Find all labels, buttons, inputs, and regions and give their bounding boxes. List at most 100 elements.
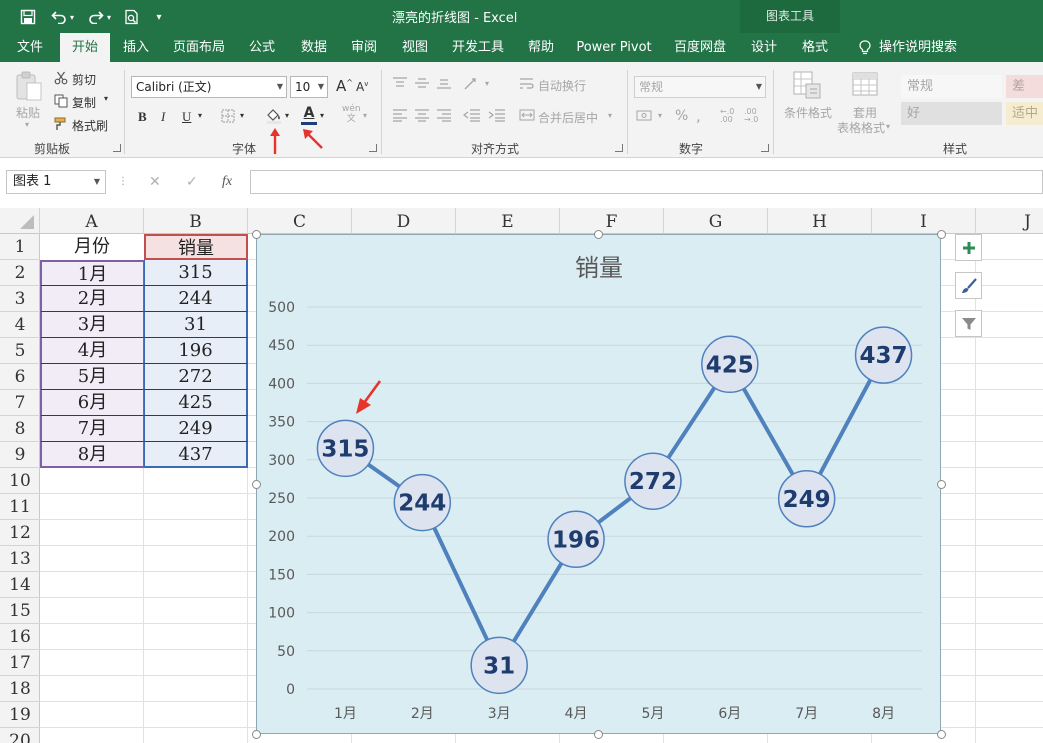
row-header-17[interactable]: 17 [0, 650, 40, 676]
clipboard-launcher-icon[interactable] [113, 144, 121, 152]
tab-home[interactable]: 开始 [60, 33, 110, 62]
chart-object[interactable]: 销量 0 50 100 150 200 250 300 350 400 450 500 1月 2月 3月 4月… [256, 234, 941, 734]
name-box[interactable]: 图表 1 ▼ [6, 170, 106, 194]
tab-file[interactable]: 文件 [10, 33, 50, 62]
fill-color-dropdown-icon[interactable]: ▾ [285, 111, 289, 120]
font-color-dropdown-icon[interactable]: ▾ [320, 111, 324, 120]
cell-sales[interactable]: 244 [144, 286, 248, 312]
header-cell-month[interactable]: 月份 [40, 234, 144, 260]
alignment-launcher-icon[interactable] [615, 144, 623, 152]
column-header-d[interactable]: D [352, 208, 456, 234]
phonetic-guide-button[interactable]: wén 文 [342, 104, 361, 124]
increase-indent-icon[interactable] [488, 108, 506, 122]
tab-page-layout[interactable]: 页面布局 [170, 33, 228, 62]
row-header-6[interactable]: 6 [0, 364, 40, 390]
paste-dropdown-icon[interactable]: ▾ [25, 120, 29, 129]
header-cell-sales[interactable]: 销量 [144, 234, 248, 260]
row-header-3[interactable]: 3 [0, 286, 40, 312]
paste-icon[interactable] [14, 70, 46, 104]
cell-month[interactable]: 5月 [40, 364, 144, 390]
orientation-dropdown-icon[interactable]: ▾ [485, 79, 489, 88]
row-header-2[interactable]: 2 [0, 260, 40, 286]
shrink-font-icon[interactable]: Av [356, 80, 368, 94]
align-middle-icon[interactable] [414, 76, 430, 90]
customize-qat-icon[interactable]: ▾ [148, 6, 170, 28]
font-launcher-icon[interactable] [369, 144, 377, 152]
resize-handle[interactable] [936, 729, 946, 739]
tab-developer[interactable]: 开发工具 [449, 33, 507, 62]
increase-decimal-icon[interactable]: ←.0.00 [720, 108, 734, 124]
resize-handle[interactable] [936, 479, 946, 489]
column-header-g[interactable]: G [664, 208, 768, 234]
underline-dropdown-icon[interactable]: ▾ [198, 111, 202, 120]
format-as-table-bottom[interactable]: 表格格式 [837, 119, 885, 136]
wrap-text-icon[interactable] [519, 76, 535, 92]
row-header-19[interactable]: 19 [0, 702, 40, 728]
align-top-icon[interactable] [392, 76, 408, 90]
cell-sales[interactable]: 31 [144, 312, 248, 338]
column-header-i[interactable]: I [872, 208, 976, 234]
style-bad[interactable]: 差 [1006, 75, 1043, 98]
decrease-indent-icon[interactable] [463, 108, 481, 122]
redo-dropdown-icon[interactable]: ▾ [104, 6, 114, 28]
merge-center-button[interactable]: 合并后居中 [538, 109, 598, 126]
number-format-combo[interactable]: 常规 ▼ [634, 76, 766, 98]
tab-data[interactable]: 数据 [295, 33, 333, 62]
border-dropdown-icon[interactable]: ▾ [240, 111, 244, 120]
row-header-15[interactable]: 15 [0, 598, 40, 624]
cell-month[interactable]: 7月 [40, 416, 144, 442]
row-header-20[interactable]: 20 [0, 728, 40, 743]
chart-styles-button[interactable] [955, 272, 982, 299]
row-header-13[interactable]: 13 [0, 546, 40, 572]
percent-button[interactable]: % [675, 108, 688, 124]
font-color-button[interactable]: A [301, 105, 317, 125]
print-preview-icon[interactable] [121, 6, 143, 28]
row-header-11[interactable]: 11 [0, 494, 40, 520]
format-as-table-icon[interactable] [850, 70, 882, 102]
merge-dropdown-icon[interactable]: ▾ [608, 111, 612, 120]
cell-month[interactable]: 3月 [40, 312, 144, 338]
tab-chart-design[interactable]: 设计 [745, 33, 783, 62]
insert-function-icon[interactable]: fx [222, 174, 232, 190]
confirm-icon[interactable]: ✓ [186, 174, 198, 190]
font-name-combo[interactable]: Calibri (正文) ▼ [131, 76, 287, 98]
column-header-e[interactable]: E [456, 208, 560, 234]
format-painter-icon[interactable] [54, 117, 70, 131]
tab-formulas[interactable]: 公式 [243, 33, 281, 62]
fill-color-icon[interactable] [265, 106, 283, 124]
row-header-5[interactable]: 5 [0, 338, 40, 364]
formula-input[interactable] [250, 170, 1043, 194]
row-header-9[interactable]: 9 [0, 442, 40, 468]
resize-handle[interactable] [251, 729, 261, 739]
column-header-h[interactable]: H [768, 208, 872, 234]
select-all-corner[interactable] [0, 208, 40, 234]
cancel-icon[interactable]: ✕ [149, 174, 161, 190]
row-header-10[interactable]: 10 [0, 468, 40, 494]
tab-power-pivot[interactable]: Power Pivot [573, 33, 655, 62]
merge-center-icon[interactable] [519, 108, 535, 122]
number-launcher-icon[interactable] [761, 144, 769, 152]
cut-icon[interactable] [54, 71, 70, 85]
cell-sales[interactable]: 196 [144, 338, 248, 364]
bold-button[interactable]: B [138, 109, 147, 125]
row-header-4[interactable]: 4 [0, 312, 40, 338]
grow-font-icon[interactable]: A^ [336, 77, 353, 95]
cell-sales[interactable]: 272 [144, 364, 248, 390]
row-header-8[interactable]: 8 [0, 416, 40, 442]
underline-button[interactable]: U [182, 109, 191, 125]
style-neutral[interactable]: 适中 [1006, 102, 1043, 125]
lightbulb-icon[interactable] [855, 33, 875, 62]
border-icon[interactable] [221, 109, 237, 123]
cell-sales[interactable]: 249 [144, 416, 248, 442]
cell-sales[interactable]: 315 [144, 260, 248, 286]
phonetic-dropdown-icon[interactable]: ▾ [363, 111, 367, 120]
resize-handle[interactable] [251, 229, 261, 239]
copy-dropdown-icon[interactable]: ▾ [104, 94, 108, 103]
column-header-b[interactable]: B [144, 208, 248, 234]
cell-month[interactable]: 8月 [40, 442, 144, 468]
wrap-text-button[interactable]: 自动换行 [538, 77, 586, 94]
tab-baidu-netdisk[interactable]: 百度网盘 [668, 33, 732, 62]
resize-handle[interactable] [593, 729, 603, 739]
column-header-j[interactable]: J [976, 208, 1043, 234]
row-header-12[interactable]: 12 [0, 520, 40, 546]
